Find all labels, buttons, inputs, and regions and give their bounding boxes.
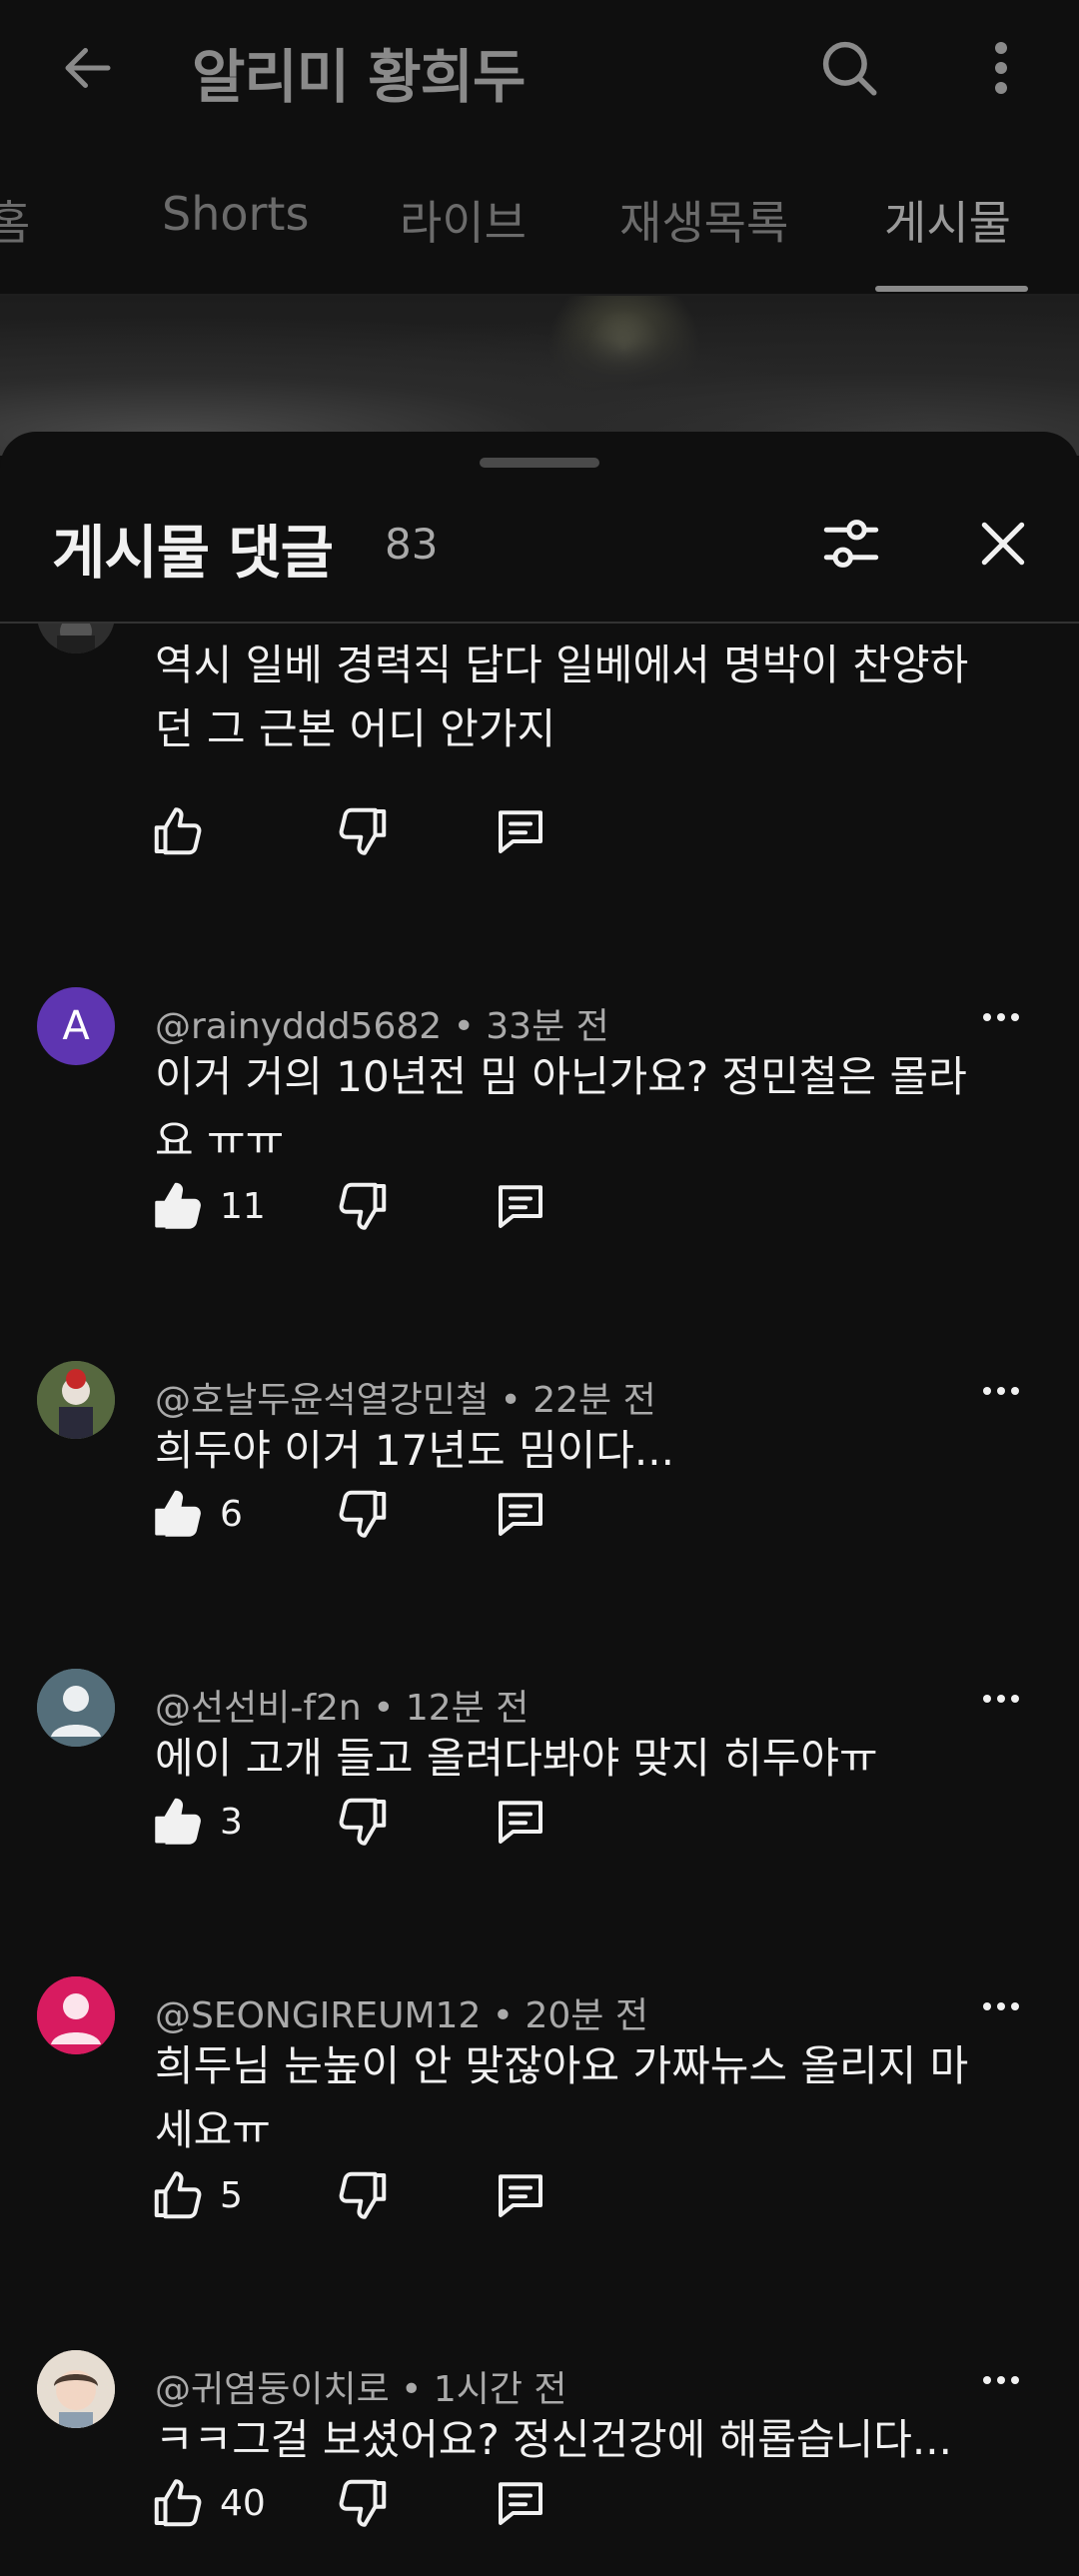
thumbs-up-icon [155,1182,201,1229]
dislike-button[interactable] [328,796,398,866]
comment-meta: @SEONGIREUM12 • 20분 전 [155,1995,648,2036]
filter-button[interactable] [811,504,891,584]
more-horizontal-icon [983,1695,1019,1703]
tab-posts[interactable]: 게시물 [884,187,1011,253]
comment-more-button[interactable] [977,993,1025,1041]
thumbs-down-icon [339,1490,387,1538]
more-vertical-icon [995,42,1007,94]
like-button[interactable]: 11 [148,1171,266,1241]
comment-text: 에이 고개 들고 올려다봐야 맞지 히두야ㅠ [155,1734,878,1783]
like-button[interactable]: 5 [148,2160,243,2230]
like-button[interactable]: 3 [148,1787,243,1857]
dislike-button[interactable] [328,1171,398,1241]
like-count: 11 [220,1185,266,1227]
thumbs-up-icon [154,2171,202,2219]
comment-meta: @귀염둥이치로 • 1시간 전 [155,2369,567,2410]
search-icon [822,41,877,96]
dislike-button[interactable] [328,1479,398,1549]
comment-actions: 11 [148,1171,747,1241]
channel-title: 알리미 황희두 [192,43,526,111]
more-horizontal-icon [983,1013,1019,1021]
comment-actions [148,796,747,866]
arrow-left-icon [65,48,111,88]
reply-button[interactable] [486,2468,555,2538]
tab-home[interactable]: 홈 [0,187,30,253]
close-icon [981,522,1025,566]
thumbs-down-icon [339,2171,387,2219]
thumbs-up-icon [154,807,202,855]
comment-text: ㅋㅋ그걸 보셨어요? 정신건강에 해롭습니다... [155,2415,952,2464]
reply-button[interactable] [486,1171,555,1241]
reply-button[interactable] [486,796,555,866]
reply-icon [499,1185,542,1228]
comments-sheet: 게시물 댓글 83 역시 일베 경력직 답다 일베에서 명박이 찬양하던 그 근… [0,432,1079,2576]
close-button[interactable] [963,504,1043,584]
avatar[interactable] [37,1976,115,2054]
tab-playlists[interactable]: 재생목록 [619,187,788,253]
reply-button[interactable] [486,1787,555,1857]
thumbs-up-icon [155,1490,201,1537]
reply-icon [499,2174,542,2217]
avatar[interactable] [37,1669,115,1747]
avatar[interactable] [37,2350,115,2428]
thumbs-up-icon [155,1798,201,1845]
reply-icon [499,1493,542,1536]
comment-actions: 40 [148,2468,747,2538]
channel-tabs: 홈 Shorts 라이브 재생목록 게시물 [0,135,1079,295]
thumbs-down-icon [339,1798,387,1846]
sliders-icon [823,520,879,568]
sheet-drag-handle[interactable] [480,458,599,468]
comment-more-button[interactable] [977,1367,1025,1415]
thumbs-down-icon [339,2479,387,2527]
reply-icon [499,2482,542,2525]
reply-icon [499,1801,542,1844]
thumbs-down-icon [339,807,387,855]
comment-count: 83 [385,520,439,569]
avatar[interactable]: A [37,987,115,1065]
app-bar: 알리미 황희두 [0,0,1079,135]
reply-button[interactable] [486,2160,555,2230]
comment-actions: 5 [148,2160,747,2230]
comment-text: 이거 거의 10년전 밈 아닌가요? 정민철은 몰라요 ㅠㅠ [155,1052,967,1165]
like-count: 40 [220,2482,266,2524]
thumbs-down-icon [339,1182,387,1230]
comment-more-button[interactable] [977,1982,1025,2030]
search-button[interactable] [809,28,889,108]
dislike-button[interactable] [328,1787,398,1857]
like-count: 5 [220,2174,243,2216]
tab-shorts[interactable]: Shorts [162,187,309,241]
avatar[interactable] [37,1361,115,1439]
like-count: 6 [220,1493,243,1535]
tab-live[interactable]: 라이브 [400,187,527,253]
comment-actions: 6 [148,1479,747,1549]
comment-meta: @호날두윤석열강민철 • 22분 전 [155,1380,656,1421]
sheet-title: 게시물 댓글 [52,519,334,587]
back-button[interactable] [48,28,128,108]
reply-button[interactable] [486,1479,555,1549]
comment-text: 희두님 눈높이 안 맞잖아요 가짜뉴스 올리지 마세요ㅠ [155,2041,969,2154]
comment-meta: @선선비-f2n • 12분 전 [155,1688,530,1729]
dislike-button[interactable] [328,2160,398,2230]
comment-more-button[interactable] [977,1675,1025,1723]
reply-icon [499,810,542,853]
comment-more-button[interactable] [977,2356,1025,2404]
more-horizontal-icon [983,2002,1019,2010]
like-count: 3 [220,1801,243,1843]
comment-actions: 3 [148,1787,747,1857]
avatar-letter: A [62,1003,90,1049]
more-options-button[interactable] [965,28,1037,108]
comment-text: 역시 일베 경력직 답다 일베에서 명박이 찬양하던 그 근본 어디 안가지 [155,641,969,753]
like-button[interactable]: 40 [148,2468,266,2538]
comment-list[interactable]: 역시 일베 경력직 답다 일베에서 명박이 찬양하던 그 근본 어디 안가지 A… [0,624,1079,2576]
dislike-button[interactable] [328,2468,398,2538]
thumbs-up-icon [154,2479,202,2527]
like-button[interactable]: 6 [148,1479,243,1549]
like-button[interactable] [148,796,208,866]
comment-text: 희두야 이거 17년도 밈이다... [155,1426,674,1475]
more-horizontal-icon [983,1387,1019,1395]
active-tab-indicator [875,286,1028,292]
avatar[interactable] [37,624,115,653]
more-horizontal-icon [983,2376,1019,2384]
comment-meta: @rainyddd5682 • 33분 전 [155,1006,609,1047]
